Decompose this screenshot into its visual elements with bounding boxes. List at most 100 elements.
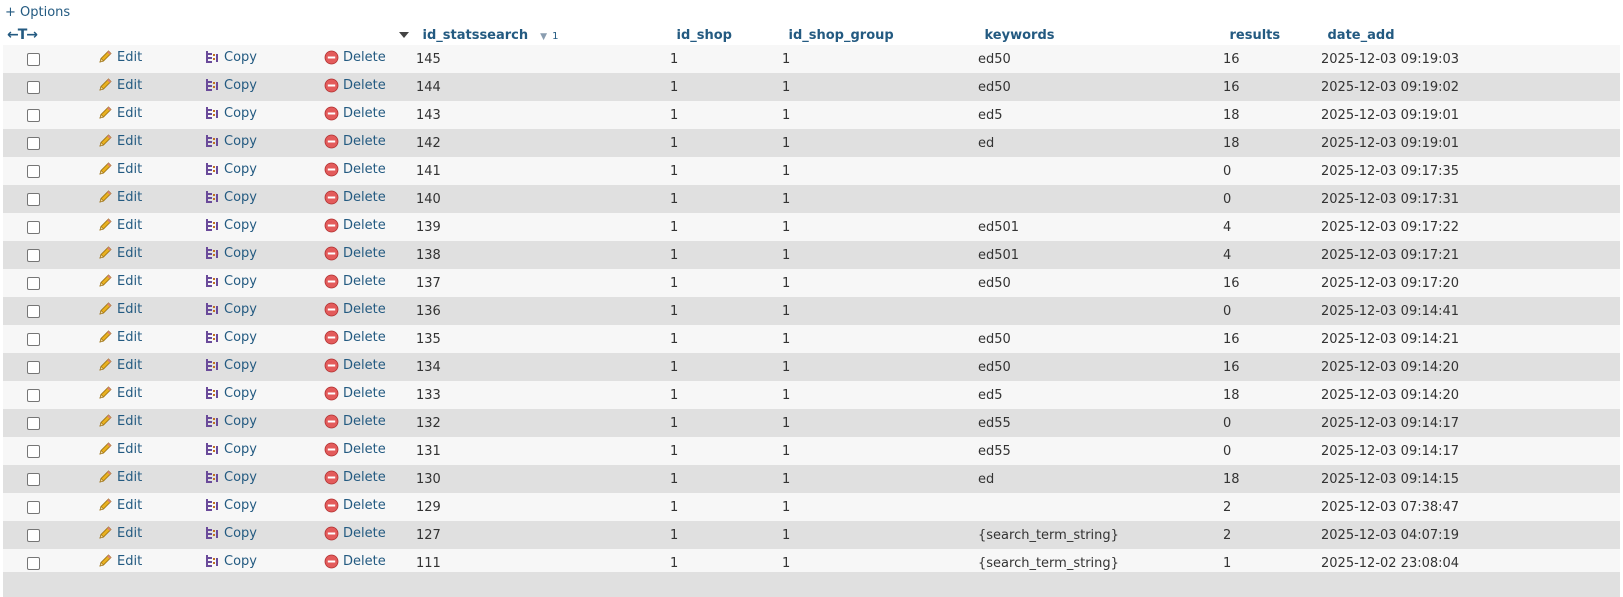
edit-button[interactable]: Edit <box>97 301 142 317</box>
edit-button[interactable]: Edit <box>97 329 142 345</box>
delete-button[interactable]: Delete <box>324 526 386 541</box>
copy-button[interactable]: Copy <box>204 189 257 205</box>
copy-button[interactable]: Copy <box>204 49 257 65</box>
row-checkbox[interactable] <box>26 52 40 66</box>
column-resize-control[interactable]: ←T→ <box>3 25 63 45</box>
column-header-id-shop[interactable]: id_shop <box>669 25 782 45</box>
edit-label: Edit <box>117 189 143 205</box>
copy-button[interactable]: Copy <box>204 385 257 401</box>
edit-button[interactable]: Edit <box>97 553 142 569</box>
delete-button[interactable]: Delete <box>324 470 386 485</box>
resize-arrows-icon[interactable]: ←T→ <box>3 27 38 43</box>
row-checkbox[interactable] <box>26 528 40 542</box>
cell-id-statssearch: 145 <box>416 45 670 73</box>
edit-button[interactable]: Edit <box>97 49 142 65</box>
row-checkbox[interactable] <box>26 248 40 262</box>
delete-button[interactable]: Delete <box>324 498 386 513</box>
delete-button[interactable]: Delete <box>324 246 386 261</box>
copy-button[interactable]: Copy <box>204 133 257 149</box>
delete-button[interactable]: Delete <box>324 554 386 569</box>
cell-id-statssearch: 137 <box>416 269 670 297</box>
column-header-id-shop-group[interactable]: id_shop_group <box>781 25 978 45</box>
options-link[interactable]: + Options <box>5 5 70 20</box>
copy-button[interactable]: Copy <box>204 273 257 289</box>
row-checkbox[interactable] <box>26 472 40 486</box>
cell-id-shop-group: 1 <box>782 465 978 493</box>
copy-button[interactable]: Copy <box>204 413 257 429</box>
copy-button[interactable]: Copy <box>204 77 257 93</box>
pencil-icon <box>99 470 112 483</box>
delete-button[interactable]: Delete <box>324 50 386 65</box>
edit-button[interactable]: Edit <box>97 469 142 485</box>
table-row: Edit Copy <box>3 409 1620 437</box>
row-checkbox[interactable] <box>26 444 40 458</box>
edit-button[interactable]: Edit <box>97 413 142 429</box>
edit-button[interactable]: Edit <box>97 105 142 121</box>
row-checkbox[interactable] <box>26 276 40 290</box>
edit-button[interactable]: Edit <box>97 273 142 289</box>
cell-keywords <box>978 297 1223 325</box>
copy-button[interactable]: Copy <box>204 469 257 485</box>
row-checkbox-cell <box>3 381 63 409</box>
edit-button[interactable]: Edit <box>97 441 142 457</box>
dropdown-icon[interactable] <box>398 31 410 39</box>
row-checkbox[interactable] <box>26 556 40 570</box>
copy-button[interactable]: Copy <box>204 301 257 317</box>
edit-button[interactable]: Edit <box>97 189 142 205</box>
delete-button[interactable]: Delete <box>324 134 386 149</box>
row-checkbox[interactable] <box>26 360 40 374</box>
column-header-date-add[interactable]: date_add <box>1320 25 1620 45</box>
row-checkbox[interactable] <box>26 500 40 514</box>
delete-button[interactable]: Delete <box>324 162 386 177</box>
copy-button[interactable]: Copy <box>204 525 257 541</box>
delete-button[interactable]: Delete <box>324 414 386 429</box>
delete-button[interactable]: Delete <box>324 274 386 289</box>
copy-button[interactable]: Copy <box>204 245 257 261</box>
edit-button[interactable]: Edit <box>97 525 142 541</box>
edit-button[interactable]: Edit <box>97 357 142 373</box>
cell-keywords: ed50 <box>978 325 1223 353</box>
cell-id-shop-group: 1 <box>782 353 978 381</box>
delete-button[interactable]: Delete <box>324 106 386 121</box>
row-checkbox[interactable] <box>26 388 40 402</box>
delete-button[interactable]: Delete <box>324 358 386 373</box>
copy-button[interactable]: Copy <box>204 161 257 177</box>
column-header-keywords[interactable]: keywords <box>977 25 1223 45</box>
row-checkbox[interactable] <box>26 304 40 318</box>
row-checkbox[interactable] <box>26 80 40 94</box>
sort-desc-icon[interactable]: ▼ <box>540 32 547 42</box>
row-checkbox[interactable] <box>26 108 40 122</box>
copy-button[interactable]: Copy <box>204 105 257 121</box>
copy-button[interactable]: Copy <box>204 497 257 513</box>
row-checkbox[interactable] <box>26 164 40 178</box>
column-header-results[interactable]: results <box>1222 25 1321 45</box>
row-actions-dropdown[interactable] <box>291 25 416 45</box>
delete-button[interactable]: Delete <box>324 78 386 93</box>
edit-button[interactable]: Edit <box>97 161 142 177</box>
column-header-id-statssearch[interactable]: id_statssearch ▼ 1 <box>415 25 670 45</box>
edit-button[interactable]: Edit <box>97 77 142 93</box>
edit-button[interactable]: Edit <box>97 217 142 233</box>
delete-button[interactable]: Delete <box>324 302 386 317</box>
delete-button[interactable]: Delete <box>324 190 386 205</box>
row-checkbox[interactable] <box>26 416 40 430</box>
row-checkbox[interactable] <box>26 220 40 234</box>
copy-button[interactable]: Copy <box>204 441 257 457</box>
copy-button[interactable]: Copy <box>204 329 257 345</box>
row-checkbox[interactable] <box>26 192 40 206</box>
delete-button[interactable]: Delete <box>324 218 386 233</box>
edit-button[interactable]: Edit <box>97 133 142 149</box>
pencil-icon <box>99 554 112 567</box>
row-checkbox[interactable] <box>26 136 40 150</box>
delete-button[interactable]: Delete <box>324 330 386 345</box>
edit-button[interactable]: Edit <box>97 385 142 401</box>
copy-button[interactable]: Copy <box>204 553 257 569</box>
copy-button[interactable]: Copy <box>204 357 257 373</box>
row-checkbox[interactable] <box>26 332 40 346</box>
edit-button[interactable]: Edit <box>97 245 142 261</box>
delete-button[interactable]: Delete <box>324 442 386 457</box>
delete-button[interactable]: Delete <box>324 386 386 401</box>
cell-date-add: 2025-12-03 09:17:22 <box>1321 213 1620 241</box>
copy-button[interactable]: Copy <box>204 217 257 233</box>
edit-button[interactable]: Edit <box>97 497 142 513</box>
